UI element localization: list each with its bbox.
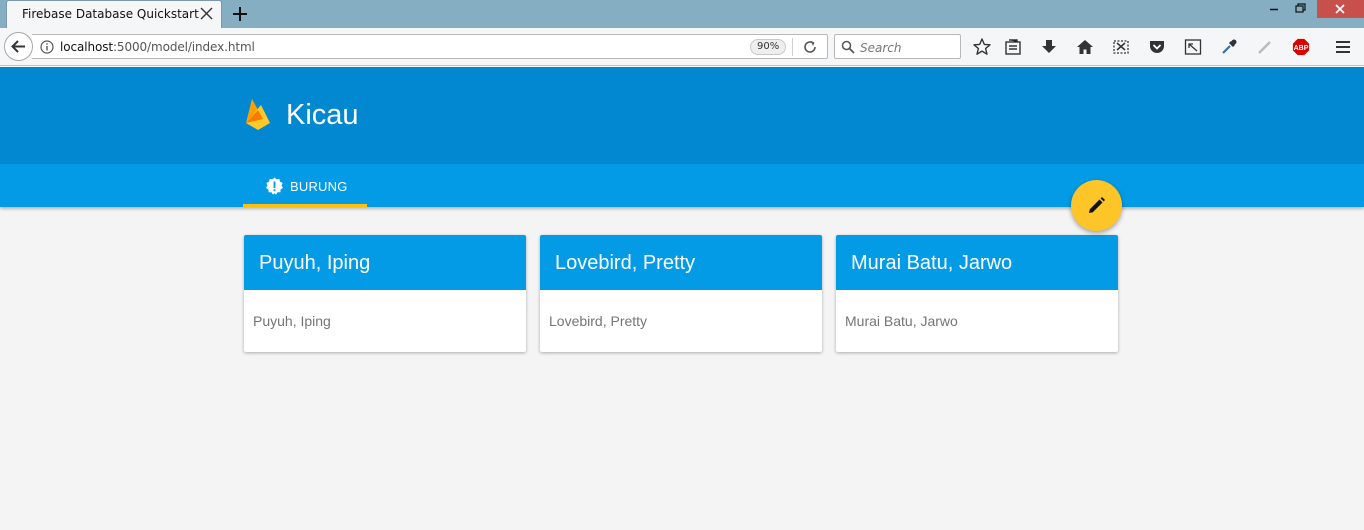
back-arrow-icon <box>11 40 25 53</box>
pocket-icon[interactable] <box>1147 37 1167 57</box>
card-title: Murai Batu, Jarwo <box>851 252 1013 274</box>
browser-toolbar: localhost:5000/model/index.html 90% Sear… <box>0 28 1364 66</box>
card-body-text: Lovebird, Pretty <box>549 313 648 329</box>
url-host: localhost <box>60 40 113 54</box>
home-icon[interactable] <box>1075 37 1095 57</box>
card-header: Puyuh, Iping <box>244 235 526 290</box>
reload-icon[interactable] <box>802 39 818 55</box>
responsive-design-icon[interactable] <box>1183 37 1203 57</box>
tab-burung-label: BURUNG <box>290 179 348 194</box>
browser-tab[interactable]: Firebase Database Quickstart <box>6 0 222 29</box>
browser-tab-title: Firebase Database Quickstart <box>22 7 199 21</box>
window-close-icon[interactable] <box>1317 0 1364 18</box>
edit-pencil-icon <box>1089 197 1105 213</box>
search-placeholder: Search <box>860 41 902 55</box>
svg-text:ABP: ABP <box>1294 45 1309 52</box>
screenshot-icon[interactable] <box>1111 37 1131 57</box>
adblock-icon[interactable]: ABP <box>1291 37 1311 57</box>
card-header: Murai Batu, Jarwo <box>836 235 1118 290</box>
card-body-text: Puyuh, Iping <box>253 313 331 329</box>
card-title: Lovebird, Pretty <box>555 252 696 274</box>
reading-list-icon[interactable] <box>1003 37 1023 57</box>
url-bar[interactable]: localhost:5000/model/index.html 90% <box>32 34 828 59</box>
download-icon[interactable] <box>1039 37 1059 57</box>
eyedropper-icon[interactable] <box>1219 37 1239 57</box>
card-title: Puyuh, Iping <box>259 252 371 274</box>
bookmark-star-icon[interactable] <box>972 37 992 57</box>
new-post-button[interactable] <box>1071 180 1122 231</box>
url-text[interactable]: localhost:5000/model/index.html <box>60 40 255 54</box>
bird-card[interactable]: Puyuh, Iping Puyuh, Iping <box>244 235 526 352</box>
page-content: Kicau BURUNG Puyuh, Iping Puyuh, Iping L… <box>0 67 1364 530</box>
minimize-icon[interactable] <box>1265 0 1285 18</box>
plus-icon[interactable] <box>230 4 250 24</box>
app-tabs-bar: BURUNG <box>0 164 1364 207</box>
tab-burung[interactable]: BURUNG <box>243 164 367 207</box>
alert-icon <box>266 177 283 195</box>
close-icon[interactable] <box>200 7 213 20</box>
zoom-indicator[interactable]: 90% <box>750 39 787 55</box>
search-icon <box>841 40 855 54</box>
app-header: Kicau <box>0 67 1364 164</box>
hamburger-menu-icon[interactable] <box>1333 37 1353 57</box>
card-header: Lovebird, Pretty <box>540 235 822 290</box>
browser-tab-strip: Firebase Database Quickstart <box>0 0 1364 29</box>
url-divider <box>792 38 793 56</box>
info-icon[interactable] <box>40 40 54 54</box>
bird-card[interactable]: Lovebird, Pretty Lovebird, Pretty <box>540 235 822 352</box>
url-path: :5000/model/index.html <box>112 40 255 54</box>
card-body-text: Murai Batu, Jarwo <box>845 313 958 329</box>
search-bar[interactable]: Search <box>834 34 961 59</box>
back-button[interactable] <box>4 32 33 61</box>
firebase-logo <box>246 99 270 130</box>
bird-card[interactable]: Murai Batu, Jarwo Murai Batu, Jarwo <box>836 235 1118 352</box>
restore-icon[interactable] <box>1291 0 1311 18</box>
pen-icon[interactable] <box>1255 37 1275 57</box>
app-title: Kicau <box>286 99 359 131</box>
